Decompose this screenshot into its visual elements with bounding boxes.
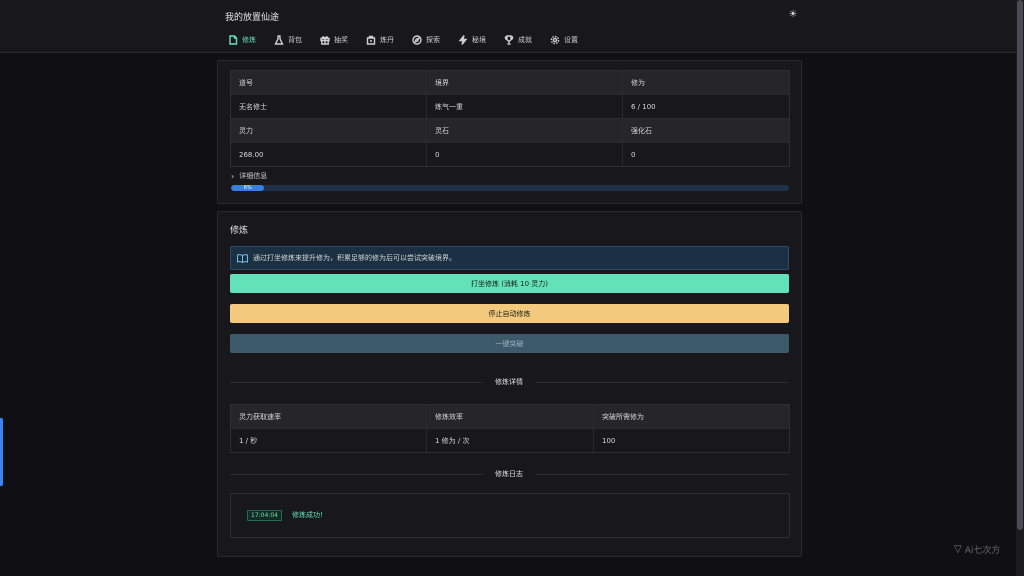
breakthrough-button[interactable]: 一键突破 (230, 334, 789, 353)
details-label: 详细信息 (239, 172, 268, 180)
info-text: 通过打坐修炼来提升修为，积累足够的修为后可以尝试突破境界。 (253, 254, 456, 262)
scrollbar-thumb[interactable] (1017, 0, 1023, 530)
table-row: 道号 境界 修为 (231, 71, 789, 95)
value-enhance-stone: 0 (623, 143, 789, 166)
side-drawer-handle[interactable] (0, 418, 3, 486)
log-divider: 修炼日志 (230, 468, 788, 480)
tab-label: 修炼 (242, 36, 256, 44)
cauldron-icon (366, 35, 376, 45)
tab-label: 成就 (518, 36, 532, 44)
status-card: 道号 境界 修为 无名修士 练气一重 6 / 100 灵力 灵石 强化石 268… (217, 60, 802, 204)
header-efficiency: 修炼效率 (427, 405, 594, 428)
header-breakthrough-req: 突破所需修为 (594, 405, 789, 428)
tab-label: 抽奖 (334, 36, 348, 44)
cultivation-card: 修炼 通过打坐修炼来提升修为，积累足够的修为后可以尝试突破境界。 打坐修炼 (消… (217, 211, 802, 557)
table-row: 灵力 灵石 强化石 (231, 119, 789, 143)
cultivation-log: 17:04:04 修炼成功! (230, 493, 790, 538)
tab-explore[interactable]: 探索 (412, 33, 440, 47)
cultivation-progress-bar: 6% (231, 185, 789, 191)
status-table: 道号 境界 修为 无名修士 练气一重 6 / 100 灵力 灵石 强化石 268… (230, 70, 790, 167)
section-title: 修炼 (230, 226, 249, 236)
book-icon (237, 253, 248, 263)
progress-fill: 6% (231, 185, 265, 191)
gear-icon (550, 35, 560, 45)
tab-label: 探索 (426, 36, 440, 44)
bolt-icon (458, 35, 468, 45)
table-row: 灵力获取速率 修炼效率 突破所需修为 (231, 405, 789, 429)
tab-alchemy[interactable]: 炼丹 (366, 33, 394, 47)
flask-icon (274, 35, 284, 45)
value-efficiency: 1 修为 / 次 (427, 429, 594, 452)
value-daohao: 无名修士 (231, 95, 427, 118)
cultivation-details-table: 灵力获取速率 修炼效率 突破所需修为 1 / 秒 1 修为 / 次 100 (230, 404, 790, 453)
trophy-icon (504, 35, 514, 45)
value-spirit-rate: 1 / 秒 (231, 429, 427, 452)
watermark-logo-icon: ▽ (954, 544, 962, 555)
chevron-right-icon: › (231, 171, 235, 181)
tab-label: 背包 (288, 36, 302, 44)
progress-text: 6% (243, 185, 252, 191)
tab-settings[interactable]: 设置 (550, 33, 578, 47)
main-nav: 修炼 背包 抽奖 炼丹 探索 秘境 成就 设置 (228, 33, 596, 47)
header-enhance-stone: 强化石 (623, 119, 789, 142)
header-daohao: 道号 (231, 71, 427, 94)
scrollbar[interactable] (1016, 0, 1024, 576)
value-spirit-stone: 0 (427, 143, 623, 166)
meditate-button[interactable]: 打坐修炼 (消耗 10 灵力) (230, 274, 789, 293)
tab-label: 炼丹 (380, 36, 394, 44)
app-title: 我的放置仙途 (225, 13, 280, 23)
sun-icon[interactable]: ☀ (787, 9, 799, 21)
stop-auto-cultivate-button[interactable]: 停止自动修炼 (230, 304, 789, 323)
info-alert: 通过打坐修炼来提升修为，积累足够的修为后可以尝试突破境界。 (230, 246, 789, 270)
value-spirit-power: 268.00 (231, 143, 427, 166)
tab-secret-realm[interactable]: 秘境 (458, 33, 486, 47)
divider-label: 修炼详情 (495, 378, 523, 386)
log-timestamp: 17:04:04 (247, 510, 282, 521)
table-row: 无名修士 练气一重 6 / 100 (231, 95, 789, 119)
header-cultivation: 修为 (623, 71, 789, 94)
header-spirit-rate: 灵力获取速率 (231, 405, 427, 428)
table-row: 268.00 0 0 (231, 143, 789, 166)
value-realm: 练气一重 (427, 95, 623, 118)
tab-label: 设置 (564, 36, 578, 44)
tab-backpack[interactable]: 背包 (274, 33, 302, 47)
header-realm: 境界 (427, 71, 623, 94)
tab-achievements[interactable]: 成就 (504, 33, 532, 47)
log-message: 修炼成功! (292, 511, 323, 519)
header-spirit-power: 灵力 (231, 119, 427, 142)
details-divider: 修炼详情 (230, 376, 788, 388)
tab-cultivate[interactable]: 修炼 (228, 33, 256, 47)
app-header: 我的放置仙途 ☀ 修炼 背包 抽奖 炼丹 探索 秘境 成就 设置 (0, 0, 1016, 53)
tab-lottery[interactable]: 抽奖 (320, 33, 348, 47)
gift-icon (320, 36, 330, 45)
header-spirit-stone: 灵石 (427, 119, 623, 142)
value-cultivation: 6 / 100 (623, 95, 789, 118)
value-breakthrough-req: 100 (594, 429, 789, 452)
table-row: 1 / 秒 1 修为 / 次 100 (231, 429, 789, 452)
watermark: ▽ Ai七次方 (954, 543, 1000, 556)
watermark-text: Ai七次方 (964, 546, 1001, 556)
details-toggle[interactable]: › 详细信息 (231, 171, 267, 181)
tab-label: 秘境 (472, 36, 486, 44)
divider-label: 修炼日志 (495, 470, 523, 478)
compass-icon (412, 35, 422, 45)
scroll-icon (229, 35, 238, 45)
